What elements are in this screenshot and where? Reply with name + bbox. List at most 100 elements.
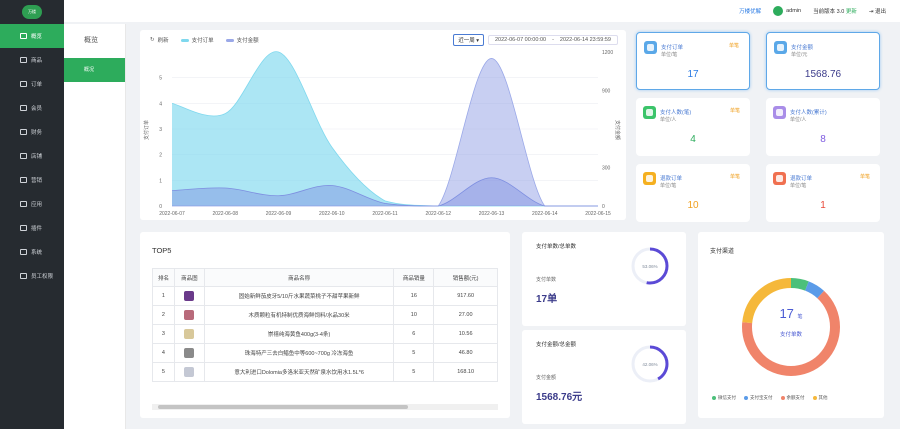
stat-value: 8 bbox=[820, 134, 826, 145]
y-left-tick-label: 0 bbox=[159, 204, 162, 210]
menu-icon bbox=[20, 105, 27, 111]
table-row[interactable]: 5 意大利进口Dolomia多洛米亚天然矿泉水饮用水1.5L*6 5 168.10 bbox=[152, 362, 498, 382]
stat-tag: 单笔 bbox=[729, 174, 740, 180]
product-thumbnail bbox=[184, 310, 195, 320]
top-link[interactable]: 万楼优解 bbox=[739, 7, 761, 15]
sub-sidebar-title: 概览 bbox=[84, 37, 98, 44]
product-name-cell: 木质颗粒有机特制优质海鲜饲料/水品30米 bbox=[203, 305, 395, 325]
stat-title: 支付金额 bbox=[791, 45, 814, 51]
date-range-input[interactable]: 2022-06-07 00:00:00 - 2022-06-14 23:59:5… bbox=[488, 35, 618, 45]
rank-cell: 2 bbox=[152, 305, 175, 325]
thumb-cell bbox=[173, 343, 205, 363]
product-thumbnail bbox=[184, 367, 195, 377]
sidebar-item-marketing[interactable]: 营销 bbox=[0, 168, 64, 192]
username[interactable]: admin bbox=[786, 8, 801, 14]
qty-cell: 16 bbox=[393, 286, 435, 306]
trend-chart-card: 0 1 2 3 4 5 0 300 900 1200 2022-06-07 2022-06-08 202… bbox=[140, 30, 626, 220]
y-right-tick-label: 300 bbox=[602, 166, 611, 172]
top5-table: 排名 商品图 商品名称 商品销量 销售额(元) 1 固始新鲜茄皮牙5/10斤水果蔬菜桃子不… bbox=[152, 268, 498, 382]
sidebar-item-apps[interactable]: 应用 bbox=[0, 192, 64, 216]
table-row[interactable]: 2 木质颗粒有机特制优质海鲜饲料/水品30米 10 27.00 bbox=[152, 305, 498, 325]
stat-card[interactable]: 支付人数(累计) 单位/人 8 bbox=[766, 98, 880, 156]
sidebar-item-members[interactable]: 会员 bbox=[0, 96, 64, 120]
sidebar-item-label: 店铺 bbox=[31, 154, 43, 160]
y-right-axis-label: 支付金额 bbox=[614, 120, 621, 140]
amount-ratio-ring: 42.06% bbox=[631, 345, 669, 383]
channel-count-value: 17 bbox=[779, 306, 794, 321]
rank-cell: 1 bbox=[152, 286, 175, 306]
qty-cell: 5 bbox=[393, 343, 435, 363]
channel-count: 17 笔 bbox=[698, 306, 884, 321]
table-row[interactable]: 1 固始新鲜茄皮牙5/10斤水果蔬菜桃子不甜苹果新鲜 16 917.60 bbox=[152, 286, 498, 306]
sidebar-item-orders[interactable]: 订单 bbox=[0, 72, 64, 96]
y-right-tick-label: 900 bbox=[602, 89, 611, 95]
channel-legend-item: 余额支付 bbox=[780, 395, 805, 401]
logo[interactable]: 万楼 bbox=[0, 0, 64, 24]
refresh-button[interactable]: ↻ 刷新 bbox=[150, 36, 169, 44]
sidebar-item-label: 会员 bbox=[31, 106, 43, 112]
table-row[interactable]: 4 珠海特产三去白鲳鱼中等600~700g 冷冻海鱼 5 46.80 bbox=[152, 343, 498, 363]
stat-title: 支付订单 bbox=[661, 45, 684, 51]
stat-value: 4 bbox=[690, 134, 696, 145]
order-ratio-ring: 53.06% bbox=[631, 247, 669, 285]
update-link[interactable]: 更新 bbox=[846, 9, 857, 15]
sidebar-item-products[interactable]: 商品 bbox=[0, 48, 64, 72]
stat-card[interactable]: 支付人数(笔) 单位/人 单笔 4 bbox=[636, 98, 750, 156]
menu-icon bbox=[20, 249, 27, 255]
table-header: 销售额(元) bbox=[433, 268, 498, 287]
stat-card[interactable]: 退款订单 单位/笔 单笔 10 bbox=[636, 164, 750, 222]
sidebar-item-finance[interactable]: 财务 bbox=[0, 120, 64, 144]
table-header: 商品图 bbox=[173, 268, 205, 287]
date-to: 2022-06-14 23:59:59 bbox=[559, 37, 611, 43]
amount-cell: 917.60 bbox=[433, 286, 498, 306]
channel-label: 支付单数 bbox=[779, 332, 802, 338]
sidebar-item-label: 概览 bbox=[31, 34, 43, 40]
product-name-cell: 固始新鲜茄皮牙5/10斤水果蔬菜桃子不甜苹果新鲜 bbox=[203, 286, 395, 306]
logout-button[interactable]: ⇥ 退出 bbox=[869, 7, 886, 15]
avatar[interactable] bbox=[773, 6, 784, 16]
sidebar-item-system[interactable]: 系统 bbox=[0, 240, 64, 264]
sub-sidebar-item-summary[interactable]: 概况 bbox=[64, 58, 125, 82]
sidebar-item-label: 系统 bbox=[31, 250, 43, 256]
channel-legend-label: 支付宝支付 bbox=[750, 395, 773, 400]
stat-card[interactable]: 退款订单 单位/笔 单笔 1 bbox=[766, 164, 880, 222]
thumb-cell bbox=[173, 324, 205, 344]
table-header: 商品销量 bbox=[393, 268, 435, 287]
amount-cell: 27.00 bbox=[433, 305, 498, 325]
stat-card[interactable]: 支付金额 单位/元 1568.76 bbox=[766, 32, 880, 90]
wallet-icon bbox=[774, 41, 787, 54]
range-select[interactable]: 近一周 ▾ bbox=[453, 34, 484, 46]
product-thumbnail bbox=[184, 348, 195, 358]
people-icon bbox=[773, 106, 786, 119]
sidebar-item-store[interactable]: 店铺 bbox=[0, 144, 64, 168]
product-name-cell: 意大利进口Dolomia多洛米亚天然矿泉水饮用水1.5L*6 bbox=[203, 362, 395, 382]
y-left-tick-label: 4 bbox=[159, 101, 162, 107]
stat-value: 10 bbox=[687, 200, 699, 211]
table-header: 商品名称 bbox=[203, 268, 395, 287]
stat-unit: 单位/人 bbox=[660, 117, 677, 123]
stat-card[interactable]: 支付订单 单位/笔 单笔 17 bbox=[636, 32, 750, 90]
y-left-tick-label: 1 bbox=[159, 178, 162, 184]
amount-ratio-card: 支付金额/总金额 支付金额 1568.76元 42.06% bbox=[522, 330, 686, 424]
legend-series-amount[interactable]: 支付金额 bbox=[225, 36, 259, 44]
horizontal-scrollbar[interactable] bbox=[152, 404, 498, 410]
order-ratio-card: 支付单数/总单数 支付单数 17单 53.06% bbox=[522, 232, 686, 326]
refund-money-icon bbox=[773, 172, 786, 185]
stat-title: 支付人数(累计) bbox=[790, 110, 827, 116]
chart-legend: ↻ 刷新 支付订单 支付金额 bbox=[150, 36, 259, 44]
menu-icon bbox=[20, 225, 27, 231]
stat-unit: 单位/笔 bbox=[790, 183, 807, 189]
sidebar-item-plugins[interactable]: 插件 bbox=[0, 216, 64, 240]
sidebar-item-overview[interactable]: 概览 bbox=[0, 24, 64, 48]
menu-icon bbox=[20, 201, 27, 207]
ring-value: 1568.76元 bbox=[536, 392, 583, 403]
sidebar-item-staff[interactable]: 员工权限 bbox=[0, 264, 64, 288]
x-tick-label: 2022-06-14 bbox=[532, 211, 558, 217]
channel-legend-item: 支付宝支付 bbox=[744, 395, 773, 401]
qty-cell: 10 bbox=[393, 305, 435, 325]
legend-series-orders[interactable]: 支付订单 bbox=[180, 36, 214, 44]
channel-legend: 微信支付 支付宝支付 余额支付 其他 bbox=[712, 395, 828, 401]
table-row[interactable]: 3 崇禧纯海黄鱼400g(3-4条) 6 10.56 bbox=[152, 324, 498, 344]
legend-swatch bbox=[180, 38, 189, 42]
logo-text: 万楼 bbox=[28, 9, 36, 14]
